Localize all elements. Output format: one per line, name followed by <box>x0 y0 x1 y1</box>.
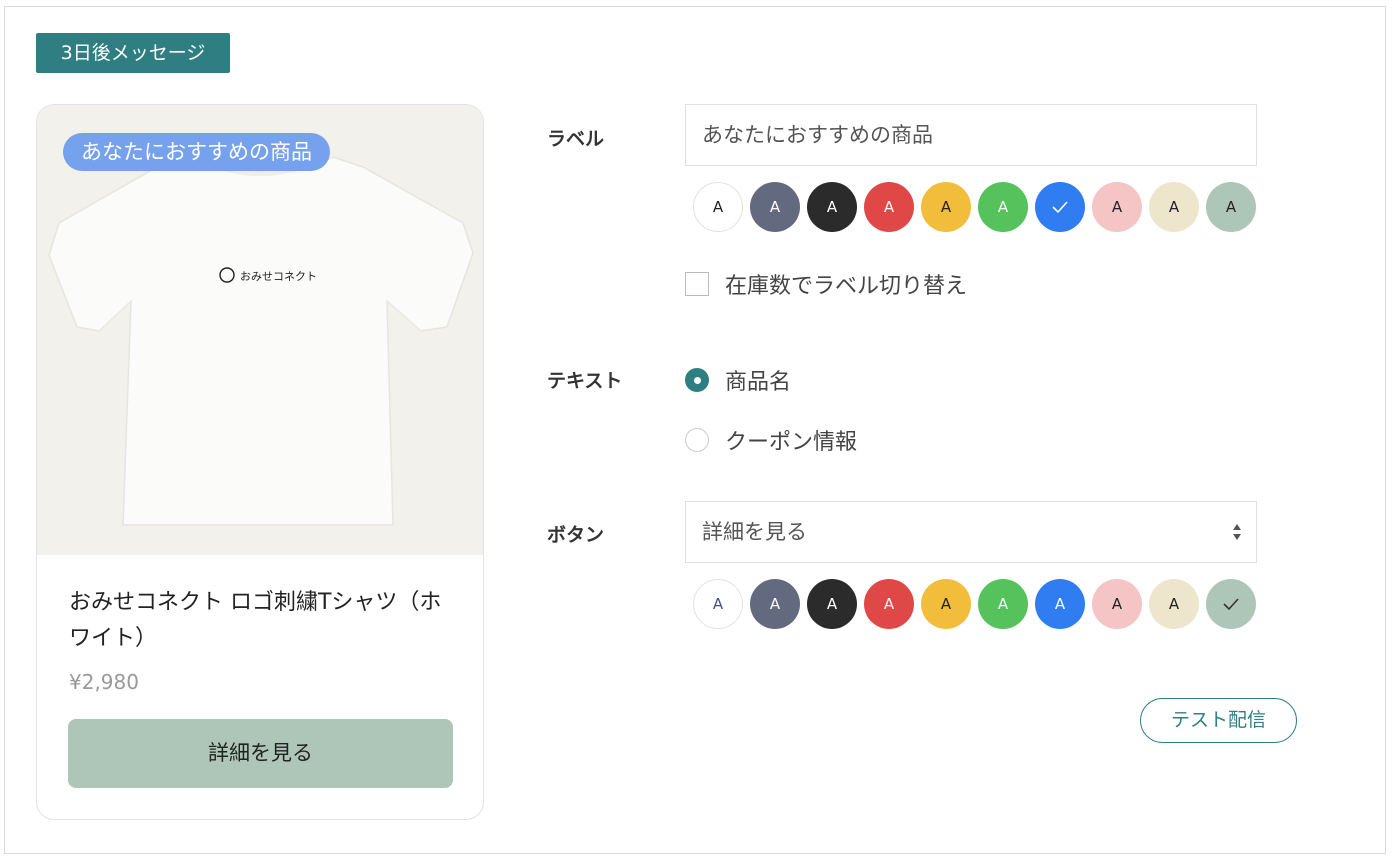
label-swatch-glyph: A <box>826 198 838 216</box>
label-field-title: ラベル <box>547 128 605 150</box>
label-color-swatch-4[interactable]: A <box>864 182 914 232</box>
label-swatch-glyph: A <box>883 198 895 216</box>
button-field-title: ボタン <box>547 524 605 546</box>
button-swatch-glyph: A <box>940 595 952 613</box>
radio-product-name-label: 商品名 <box>725 370 792 395</box>
button-color-swatch-10[interactable] <box>1206 579 1256 629</box>
button-swatch-glyph: A <box>997 595 1009 613</box>
radio-product-name[interactable] <box>685 368 709 392</box>
label-swatch-glyph: A <box>1168 198 1180 216</box>
label-color-swatch-3[interactable]: A <box>807 182 857 232</box>
text-field-title: テキスト <box>547 370 623 392</box>
radio-coupon[interactable] <box>685 428 709 452</box>
radio-coupon-label: クーポン情報 <box>725 430 858 455</box>
button-color-swatch-7[interactable]: A <box>1035 579 1085 629</box>
select-arrows-icon <box>1233 524 1241 540</box>
label-swatch-glyph: A <box>940 198 952 216</box>
check-icon <box>1052 201 1068 214</box>
button-swatch-glyph: A <box>1168 595 1180 613</box>
test-send-button[interactable]: テスト配信 <box>1140 698 1297 743</box>
label-color-swatch-1[interactable]: A <box>693 182 743 232</box>
button-swatch-glyph: A <box>1054 595 1066 613</box>
recommend-label-badge: あなたにおすすめの商品 <box>63 133 330 171</box>
label-swatch-glyph: A <box>1111 198 1123 216</box>
message-timing-tag: 3日後メッセージ <box>36 33 230 73</box>
label-swatch-glyph: A <box>1225 198 1237 216</box>
button-swatch-glyph: A <box>712 595 724 613</box>
text-option-coupon[interactable]: クーポン情報 <box>685 424 857 456</box>
button-color-swatch-4[interactable]: A <box>864 579 914 629</box>
stock-toggle-label: 在庫数でラベル切り替え <box>725 274 968 299</box>
label-color-swatch-7[interactable] <box>1035 182 1085 232</box>
label-color-swatch-8[interactable]: A <box>1092 182 1142 232</box>
button-swatch-glyph: A <box>1111 595 1123 613</box>
check-icon <box>1223 598 1239 611</box>
label-text-input[interactable]: あなたにおすすめの商品 <box>685 104 1257 166</box>
label-color-swatch-2[interactable]: A <box>750 182 800 232</box>
button-color-swatch-9[interactable]: A <box>1149 579 1199 629</box>
label-color-swatches: AAAAAAAAA <box>693 182 1256 232</box>
button-color-swatch-6[interactable]: A <box>978 579 1028 629</box>
product-title: おみせコネクト ロゴ刺繍Tシャツ（ホワイト） <box>69 590 442 651</box>
button-color-swatch-5[interactable]: A <box>921 579 971 629</box>
button-swatch-glyph: A <box>883 595 895 613</box>
label-color-swatch-9[interactable]: A <box>1149 182 1199 232</box>
button-color-swatch-8[interactable]: A <box>1092 579 1142 629</box>
button-color-swatch-3[interactable]: A <box>807 579 857 629</box>
button-text-select[interactable]: 詳細を見る <box>685 501 1257 563</box>
label-color-swatch-10[interactable]: A <box>1206 182 1256 232</box>
stock-toggle-row[interactable]: 在庫数でラベル切り替え <box>685 268 967 300</box>
button-color-swatches: AAAAAAAAA <box>693 579 1256 629</box>
button-swatch-glyph: A <box>826 595 838 613</box>
button-swatch-glyph: A <box>769 595 781 613</box>
label-swatch-glyph: A <box>712 198 724 216</box>
label-color-swatch-5[interactable]: A <box>921 182 971 232</box>
button-color-swatch-1[interactable]: A <box>693 579 743 629</box>
product-preview-card: おみせコネクト あなたにおすすめの商品 おみせコネクト ロゴ刺繍Tシャツ（ホワイ… <box>36 104 484 820</box>
product-image: おみせコネクト <box>37 105 483 555</box>
details-button[interactable]: 詳細を見る <box>68 719 453 788</box>
tshirt-image: おみせコネクト <box>48 156 474 526</box>
product-price: ¥2,980 <box>69 670 139 694</box>
button-color-swatch-2[interactable]: A <box>750 579 800 629</box>
label-swatch-glyph: A <box>997 198 1009 216</box>
stock-toggle-checkbox[interactable] <box>685 272 709 296</box>
text-option-product-name[interactable]: 商品名 <box>685 364 791 396</box>
label-color-swatch-6[interactable]: A <box>978 182 1028 232</box>
button-text-select-value: 詳細を見る <box>702 520 807 544</box>
tshirt-logo-text: おみせコネクト <box>240 270 317 283</box>
label-swatch-glyph: A <box>769 198 781 216</box>
